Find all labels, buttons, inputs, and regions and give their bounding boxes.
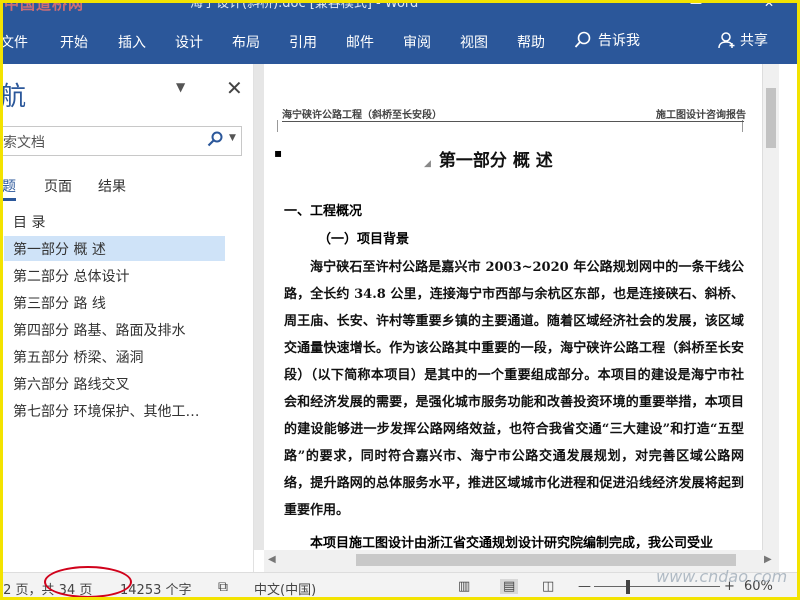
collapse-triangle-icon[interactable]: ◢ bbox=[424, 159, 431, 169]
close-window-button[interactable]: ✕ bbox=[764, 0, 774, 10]
proofing-icon[interactable]: ⧉ bbox=[218, 579, 228, 595]
tab-home[interactable]: 开始 bbox=[60, 32, 88, 52]
share-button[interactable]: 共享 bbox=[718, 30, 768, 50]
document-heading: ◢ 第一部分 概 述 bbox=[424, 146, 553, 171]
zoom-slider-thumb[interactable] bbox=[626, 580, 630, 594]
search-options-icon[interactable]: ▼ bbox=[229, 133, 236, 143]
body-paragraph: 海宁硖石至许村公路是嘉兴市 2003~2020 年公路规划网中的一条干线公路，全… bbox=[284, 260, 744, 518]
ribbon-tabs: 文件 开始 插入 设计 布局 引用 邮件 审阅 视图 帮助 告诉我 共享 bbox=[0, 12, 800, 64]
tab-view[interactable]: 视图 bbox=[460, 32, 488, 52]
tab-pages[interactable]: 页面 bbox=[44, 176, 72, 196]
vertical-scrollbar[interactable] bbox=[762, 64, 779, 550]
nav-heading-item[interactable]: 第三部分 路 线 bbox=[4, 290, 225, 315]
nav-heading-item[interactable]: 目 录 bbox=[4, 209, 225, 234]
subsection-heading: （一）项目背景 bbox=[318, 232, 410, 247]
crop-mark bbox=[264, 120, 278, 132]
person-add-icon bbox=[718, 32, 735, 49]
section-heading: 一、工程概况 bbox=[284, 204, 363, 219]
search-icon[interactable] bbox=[207, 131, 223, 147]
share-label: 共享 bbox=[740, 33, 768, 49]
tell-me-label: 告诉我 bbox=[598, 33, 640, 49]
page-header-right: 施工图设计咨询报告 bbox=[656, 110, 746, 121]
tab-headings[interactable]: 标题 bbox=[0, 176, 16, 201]
title-bar: 中国道桥网 海宁设计(斜桥).doc [兼容模式] - Word — ✕ bbox=[0, 0, 800, 12]
scroll-right-icon[interactable]: ▶ bbox=[764, 554, 772, 565]
nav-heading-item[interactable]: 第七部分 环境保护、其他工… bbox=[4, 398, 225, 423]
tab-insert[interactable]: 插入 bbox=[118, 32, 146, 52]
read-mode-icon[interactable]: ▥ bbox=[458, 579, 470, 594]
tab-layout[interactable]: 布局 bbox=[232, 32, 260, 52]
nav-heading-item[interactable]: 第四部分 路基、路面及排水 bbox=[4, 317, 225, 342]
tab-review[interactable]: 审阅 bbox=[403, 32, 431, 52]
tab-results[interactable]: 结果 bbox=[98, 176, 126, 196]
navigation-pane: 导航 ▼ ✕ 搜索文档 ▼ 标题 页面 结果 目 录 第一部分 概 述 第二部分… bbox=[0, 64, 254, 574]
nav-heading-item-selected[interactable]: 第一部分 概 述 bbox=[4, 236, 225, 261]
body-paragraph-2: 本项目施工图设计由浙江省交通规划设计研究院编制完成，我公司受业 bbox=[310, 536, 714, 550]
nav-heading-item[interactable]: 第五部分 桥梁、涵洞 bbox=[4, 344, 225, 369]
crop-mark bbox=[742, 120, 756, 132]
zoom-slider-track[interactable] bbox=[594, 586, 720, 587]
paragraph-mark-icon: ▪ bbox=[274, 146, 283, 160]
tab-design[interactable]: 设计 bbox=[175, 32, 203, 52]
print-layout-icon[interactable]: ▤ bbox=[500, 579, 519, 594]
document-heading-text: 第一部分 概 述 bbox=[438, 151, 553, 171]
vertical-scroll-thumb[interactable] bbox=[766, 88, 776, 148]
nav-tabs: 标题 页面 结果 bbox=[0, 174, 250, 201]
chevron-down-icon[interactable]: ▼ bbox=[176, 80, 185, 94]
lightbulb-search-icon bbox=[574, 31, 591, 48]
tab-file[interactable]: 文件 bbox=[0, 32, 28, 52]
close-icon[interactable]: ✕ bbox=[226, 76, 243, 100]
document-page[interactable]: 海宁硖许公路工程（斜桥至长安段） 施工图设计咨询报告 ▪ ◢ 第一部分 概 述 一… bbox=[264, 64, 762, 550]
nav-heading-item[interactable]: 第六部分 路线交叉 bbox=[4, 371, 225, 396]
tab-mailings[interactable]: 邮件 bbox=[346, 32, 374, 52]
tell-me-box[interactable]: 告诉我 bbox=[574, 30, 640, 50]
nav-search-input[interactable]: 搜索文档 ▼ bbox=[0, 126, 242, 156]
window-title: 海宁设计(斜桥).doc [兼容模式] - Word bbox=[190, 0, 419, 11]
zoom-out-icon[interactable]: — bbox=[578, 579, 591, 594]
horizontal-scroll-thumb[interactable] bbox=[356, 554, 736, 566]
minimize-button[interactable]: — bbox=[690, 0, 702, 10]
search-placeholder: 搜索文档 bbox=[0, 135, 45, 151]
site-watermark: www.cndao.com bbox=[656, 567, 788, 586]
watermark-logo: 中国道桥网 bbox=[4, 0, 85, 12]
tab-help[interactable]: 帮助 bbox=[517, 32, 545, 52]
language-indicator[interactable]: 中文(中国) bbox=[254, 579, 316, 598]
tab-references[interactable]: 引用 bbox=[289, 32, 317, 52]
nav-heading-item[interactable]: 第二部分 总体设计 bbox=[4, 263, 225, 288]
nav-pane-title: 导航 bbox=[0, 82, 27, 112]
web-layout-icon[interactable]: ◫ bbox=[542, 579, 554, 594]
scroll-left-icon[interactable]: ◀ bbox=[268, 554, 276, 565]
annotation-circle bbox=[44, 566, 132, 598]
